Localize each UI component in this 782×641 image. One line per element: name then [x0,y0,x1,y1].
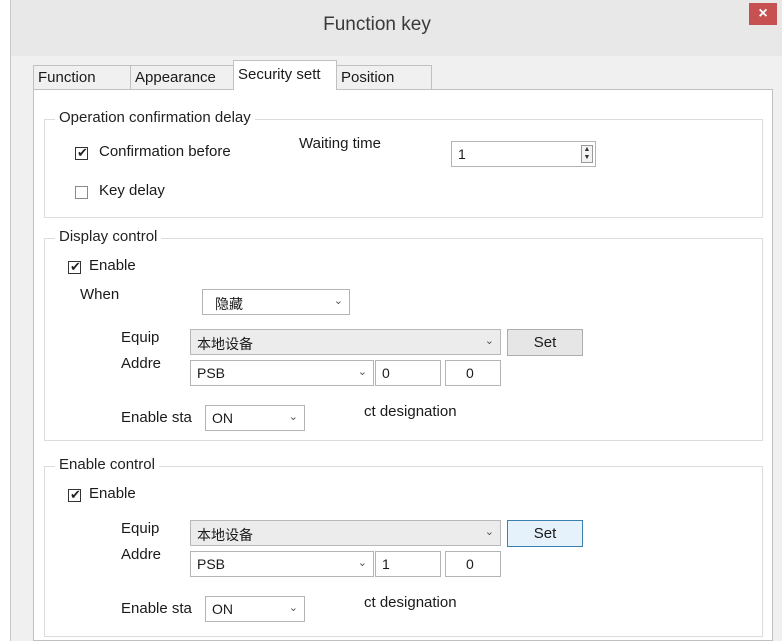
chevron-down-icon: ⌄ [288,411,298,423]
close-button[interactable]: × [749,3,777,25]
display-address-field-1[interactable]: 0 [375,360,441,386]
display-enable-state-value: ON [212,410,233,426]
chevron-down-icon: ⌄ [333,295,343,307]
display-bit-designation-label: ct designation [364,403,457,420]
security-settings-panel: Operation confirmation delay ✔ Confirmat… [33,89,773,641]
display-address-label: Addre [121,355,162,372]
enable-control-checkbox[interactable]: ✔ [68,487,81,502]
enable-address-field-1[interactable]: 1 [375,551,441,577]
chevron-down-icon: ⌄ [357,366,367,378]
display-address-type-value: PSB [197,365,226,381]
enable-control-enable-label: Enable [89,485,136,502]
window-title: Function key [323,14,431,35]
display-equip-label: Equip [121,329,160,346]
enable-address-label: Addre [121,546,162,563]
title-bar[interactable]: Function key × [11,0,782,56]
waiting-time-input[interactable]: 1 ▲ ▼ [451,141,596,167]
enable-address-field-2[interactable]: 0 [445,551,501,577]
enable-equip-label: Equip [121,520,160,537]
display-control-group: Display control ✔ Enable When 隐藏 ⌄ Equip… [44,228,763,441]
display-enable-state-label: Enable sta [121,409,192,426]
waiting-time-value: 1 [458,146,466,162]
display-equip-value: 本地设备 [197,336,253,352]
tab-appearance[interactable]: Appearance [130,65,234,89]
display-enable-state-select[interactable]: ON ⌄ [205,405,305,431]
confirmation-before-label: Confirmation before [99,143,231,160]
display-address-value-1: 0 [382,365,390,381]
operation-delay-group-label: Operation confirmation delay [55,109,255,126]
function-key-dialog: Function key × Function Appearance Secur… [10,0,782,641]
enable-enable-state-select[interactable]: ON ⌄ [205,596,305,622]
spin-down-icon: ▼ [583,154,591,161]
key-delay-checkbox[interactable] [75,186,88,199]
enable-equip-select[interactable]: 本地设备 ⌄ [190,520,501,546]
display-address-type-select[interactable]: PSB ⌄ [190,360,374,386]
chevron-down-icon: ⌄ [288,602,298,614]
checkmark-icon: ✔ [77,145,88,160]
waiting-time-label: Waiting time [299,135,381,152]
tab-security-settings[interactable]: Security sett [233,60,337,90]
key-delay-label: Key delay [99,182,165,199]
enable-address-type-select[interactable]: PSB ⌄ [190,551,374,577]
enable-address-type-value: PSB [197,556,226,572]
chevron-down-icon: ⌄ [484,526,494,538]
tab-function[interactable]: Function [33,65,131,89]
confirmation-before-checkbox[interactable]: ✔ [75,145,88,160]
display-address-field-2[interactable]: 0 [445,360,501,386]
when-select[interactable]: 隐藏 ⌄ [202,289,350,315]
enable-enable-state-value: ON [212,601,233,617]
when-value: 隐藏 [215,296,243,312]
enable-bit-designation-label: ct designation [364,594,457,611]
enable-address-value-1: 1 [382,556,390,572]
when-label: When [80,286,120,303]
spin-up-icon: ▲ [583,146,591,153]
checkmark-icon: ✔ [70,259,81,274]
enable-control-group-label: Enable control [55,456,159,473]
display-enable-checkbox[interactable]: ✔ [68,259,81,274]
operation-delay-group: Operation confirmation delay ✔ Confirmat… [44,109,763,218]
checkmark-icon: ✔ [70,487,81,502]
enable-enable-state-label: Enable sta [121,600,192,617]
chevron-down-icon: ⌄ [484,335,494,347]
display-control-group-label: Display control [55,228,162,245]
waiting-time-spinner[interactable]: ▲ ▼ [581,145,593,163]
chevron-down-icon: ⌄ [357,557,367,569]
display-set-button[interactable]: Set [507,329,583,356]
display-address-value-2: 0 [466,365,474,381]
enable-equip-value: 本地设备 [197,527,253,543]
enable-set-button[interactable]: Set [507,520,583,547]
display-equip-select[interactable]: 本地设备 ⌄ [190,329,501,355]
enable-control-group: Enable control ✔ Enable Equip 本地设备 ⌄ Set… [44,456,763,637]
display-enable-label: Enable [89,257,136,274]
tab-position[interactable]: Position [336,65,432,89]
tab-bar: Function Appearance Security sett Positi… [11,60,782,90]
enable-address-value-2: 0 [466,556,474,572]
